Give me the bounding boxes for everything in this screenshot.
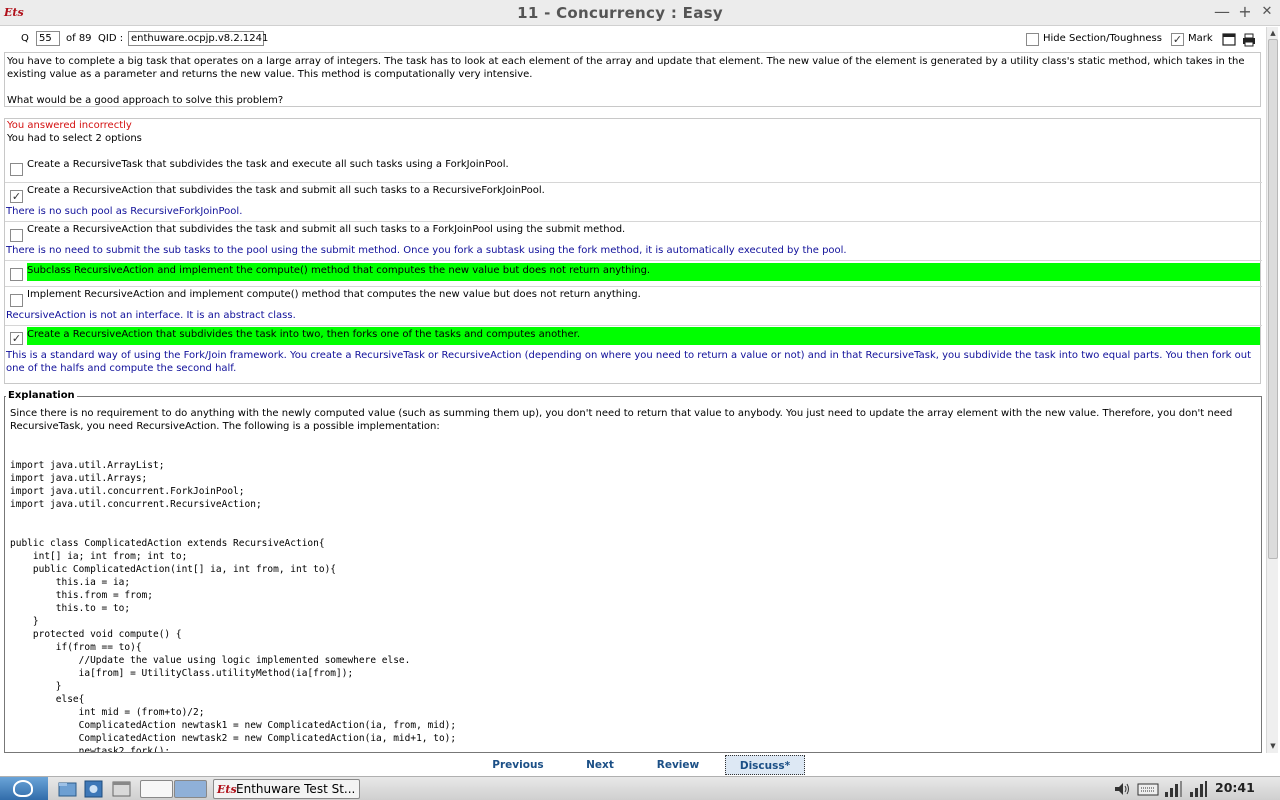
answer-status: You answered incorrectly <box>7 120 132 131</box>
option-note: There is no need to submit the sub tasks… <box>6 245 847 256</box>
option-note: There is no such pool as RecursiveForkJo… <box>6 206 243 217</box>
option-row: Create a RecursiveTask that subdivides t… <box>5 157 1262 182</box>
workspace-2[interactable] <box>174 780 207 798</box>
explanation-border <box>5 396 1261 397</box>
workspace-1[interactable] <box>140 780 173 798</box>
maximize-button[interactable]: + <box>1236 3 1254 21</box>
hide-section-checkbox[interactable] <box>1026 33 1039 46</box>
option-checkbox[interactable] <box>10 163 23 176</box>
explanation-text: Since there is no requirement to do anyt… <box>10 408 1233 432</box>
explanation-title: Explanation <box>6 390 77 401</box>
keyboard-icon[interactable] <box>1137 780 1159 798</box>
question-panel: You have to complete a big task that ope… <box>4 52 1261 107</box>
app-task-logo-icon: Ets <box>217 783 237 796</box>
option-row: Create a RecursiveAction that subdivides… <box>5 221 1262 260</box>
option-text-correct[interactable]: Subclass RecursiveAction and implement t… <box>27 263 1260 281</box>
option-text-correct[interactable]: Create a RecursiveAction that subdivides… <box>27 327 1260 345</box>
option-text[interactable]: Create a RecursiveAction that subdivides… <box>27 222 625 240</box>
hide-section-label: Hide Section/Toughness <box>1043 33 1162 44</box>
mark-checkbox[interactable]: ✓ <box>1171 33 1184 46</box>
option-text[interactable]: Implement RecursiveAction and implement … <box>27 287 641 305</box>
explanation-panel: Since there is no requirement to do anyt… <box>4 396 1262 753</box>
window-layout-icon[interactable] <box>1222 33 1236 47</box>
option-text[interactable]: Create a RecursiveTask that subdivides t… <box>27 157 509 175</box>
question-number-input[interactable]: 55 <box>36 31 60 46</box>
vertical-scrollbar[interactable]: ▲ ▼ <box>1266 27 1278 753</box>
scroll-up-arrow-icon[interactable]: ▲ <box>1267 27 1279 39</box>
option-checkbox[interactable]: ✓ <box>10 190 23 203</box>
option-checkbox[interactable] <box>10 229 23 242</box>
volume-icon[interactable] <box>1112 780 1132 798</box>
scrollbar-thumb[interactable] <box>1268 39 1278 559</box>
option-checkbox[interactable]: ✓ <box>10 332 23 345</box>
network-signal-icon[interactable] <box>1163 780 1183 798</box>
question-text: You have to complete a big task that ope… <box>7 56 1245 80</box>
next-button[interactable]: Next <box>580 755 620 775</box>
question-prompt: What would be a good approach to solve t… <box>7 95 284 106</box>
review-button[interactable]: Review <box>650 755 706 775</box>
mark-label: Mark <box>1188 33 1213 44</box>
terminal-icon[interactable] <box>111 780 132 798</box>
close-button[interactable]: ✕ <box>1258 3 1276 21</box>
settings-icon[interactable] <box>83 780 104 798</box>
option-checkbox[interactable] <box>10 294 23 307</box>
previous-button[interactable]: Previous <box>488 755 548 775</box>
start-logo-icon <box>13 780 33 797</box>
file-manager-icon[interactable] <box>57 780 78 798</box>
option-row: Implement RecursiveAction and implement … <box>5 286 1262 325</box>
window-title: 11 - Concurrency : Easy <box>517 4 723 22</box>
option-row: Subclass RecursiveAction and implement t… <box>5 260 1262 286</box>
q-label: Q <box>21 33 29 44</box>
option-checkbox[interactable] <box>10 268 23 281</box>
clock: 20:41 <box>1215 780 1255 795</box>
option-note: This is a standard way of using the Fork… <box>6 350 1252 374</box>
scroll-down-arrow-icon[interactable]: ▼ <box>1267 740 1279 752</box>
explanation-code: import java.util.ArrayList; import java.… <box>10 460 457 753</box>
answer-instruction: You had to select 2 options <box>7 133 142 144</box>
qid-field[interactable]: enthuware.ocpjp.v8.2.1241 <box>128 31 268 46</box>
os-taskbar: Ets Enthuware Test St... 20:41 <box>0 776 1280 800</box>
option-row: ✓ Create a RecursiveAction that subdivid… <box>5 182 1262 221</box>
title-bar: Ets 11 - Concurrency : Easy — + ✕ <box>0 0 1280 26</box>
taskbar-app-button[interactable]: Ets Enthuware Test St... <box>213 779 360 799</box>
print-icon[interactable] <box>1242 33 1256 47</box>
option-text[interactable]: Create a RecursiveAction that subdivides… <box>27 183 545 201</box>
bottom-nav: Previous Next Review Discuss* <box>0 753 1280 776</box>
option-row: ✓ Create a RecursiveAction that subdivid… <box>5 325 1262 384</box>
question-total: of 89 <box>66 33 92 44</box>
question-toolbar: Q 55 of 89 QID : enthuware.ocpjp.v8.2.12… <box>0 27 1266 51</box>
app-window: Ets 11 - Concurrency : Easy — + ✕ Q 55 o… <box>0 0 1280 800</box>
answers-panel: You answered incorrectly You had to sele… <box>4 118 1262 384</box>
battery-signal-icon[interactable] <box>1188 780 1208 798</box>
minimize-button[interactable]: — <box>1213 3 1231 21</box>
discuss-button[interactable]: Discuss* <box>725 755 805 775</box>
start-menu-button[interactable] <box>0 777 48 800</box>
option-note: RecursiveAction is not an interface. It … <box>6 310 296 321</box>
qid-label: QID : <box>98 33 124 44</box>
taskbar-app-label: Enthuware Test St... <box>236 782 356 796</box>
